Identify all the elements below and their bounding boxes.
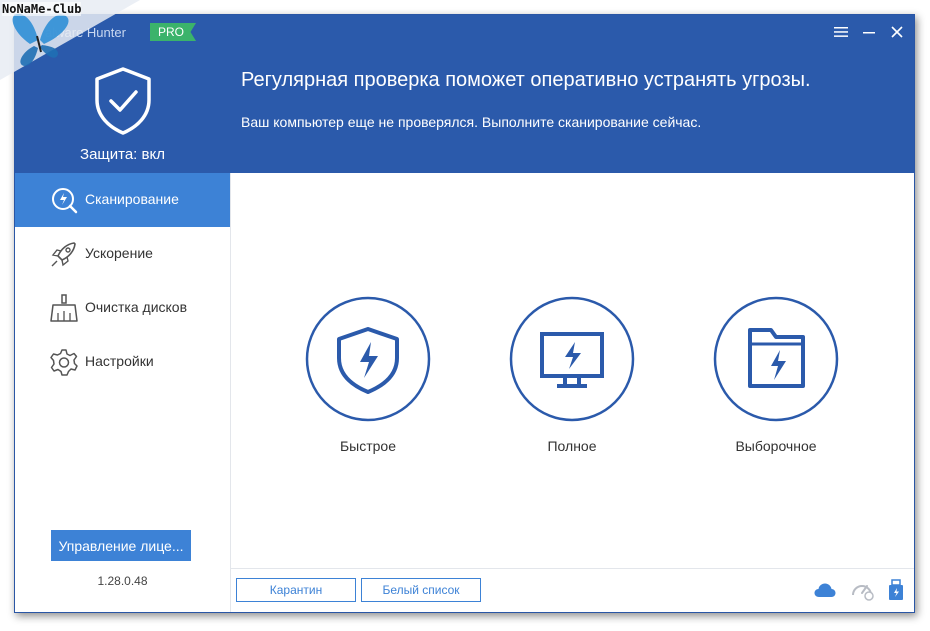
monitor-bolt-icon <box>509 296 635 422</box>
scan-option-label: Быстрое <box>339 438 397 454</box>
folder-bolt-icon <box>713 296 839 422</box>
full-scan-button[interactable]: Полное <box>507 296 637 454</box>
whitelist-button[interactable]: Белый список <box>361 578 481 602</box>
shield-bolt-icon <box>305 296 431 422</box>
sidebar-item-settings[interactable]: Настройки <box>15 335 230 389</box>
hamburger-icon <box>834 27 848 37</box>
pro-badge: PRO <box>150 23 197 41</box>
protection-status: Защита: вкл <box>80 146 165 163</box>
headline: Регулярная проверка поможет оперативно у… <box>241 69 811 91</box>
rocket-icon <box>51 242 76 267</box>
scan-option-label: Выборочное <box>735 438 817 454</box>
close-button[interactable] <box>886 21 908 43</box>
scan-option-label: Полное <box>547 438 597 454</box>
sidebar-item-label: Очистка дисков <box>85 299 188 315</box>
app-title: alware Hunter <box>45 25 126 40</box>
speedometer-icon[interactable] <box>850 578 874 602</box>
sidebar-item-label: Настройки <box>85 353 154 369</box>
version-label: 1.28.0.48 <box>97 574 148 588</box>
sidebar-item-label: Ускорение <box>85 245 153 261</box>
close-icon <box>891 26 903 38</box>
broom-icon <box>50 294 78 322</box>
minimize-icon <box>863 32 875 34</box>
scan-icon <box>52 188 78 214</box>
sidebar-item-disk-cleanup[interactable]: Очистка дисков <box>15 281 230 335</box>
quarantine-button[interactable]: Карантин <box>236 578 356 602</box>
minimize-button[interactable] <box>858 21 880 43</box>
sidebar-item-scan[interactable]: Сканирование <box>15 173 230 227</box>
sidebar-item-label: Сканирование <box>85 191 179 207</box>
main-panel: Быстрое Полное Выборочное Карантин Белый… <box>231 173 914 612</box>
license-management-button[interactable]: Управление лице... <box>51 530 191 561</box>
subline: Ваш компьютер еще не проверялся. Выполни… <box>241 114 702 130</box>
usb-drive-icon[interactable] <box>884 578 908 602</box>
shield-check-icon <box>95 67 151 135</box>
sidebar-item-boost[interactable]: Ускорение <box>15 227 230 281</box>
window-controls <box>830 21 908 43</box>
app-window: alware Hunter PRO Защита: вкл Регулярная… <box>14 14 915 613</box>
bottom-toolbar: Карантин Белый список <box>231 568 914 612</box>
cloud-icon[interactable] <box>813 578 837 602</box>
custom-scan-button[interactable]: Выборочное <box>711 296 841 454</box>
sidebar: Сканирование Ускорение Очистка дисков На… <box>15 173 231 612</box>
gear-icon <box>50 349 78 376</box>
menu-button[interactable] <box>830 21 852 43</box>
header-banner: alware Hunter PRO Защита: вкл Регулярная… <box>15 15 914 173</box>
quick-scan-button[interactable]: Быстрое <box>303 296 433 454</box>
